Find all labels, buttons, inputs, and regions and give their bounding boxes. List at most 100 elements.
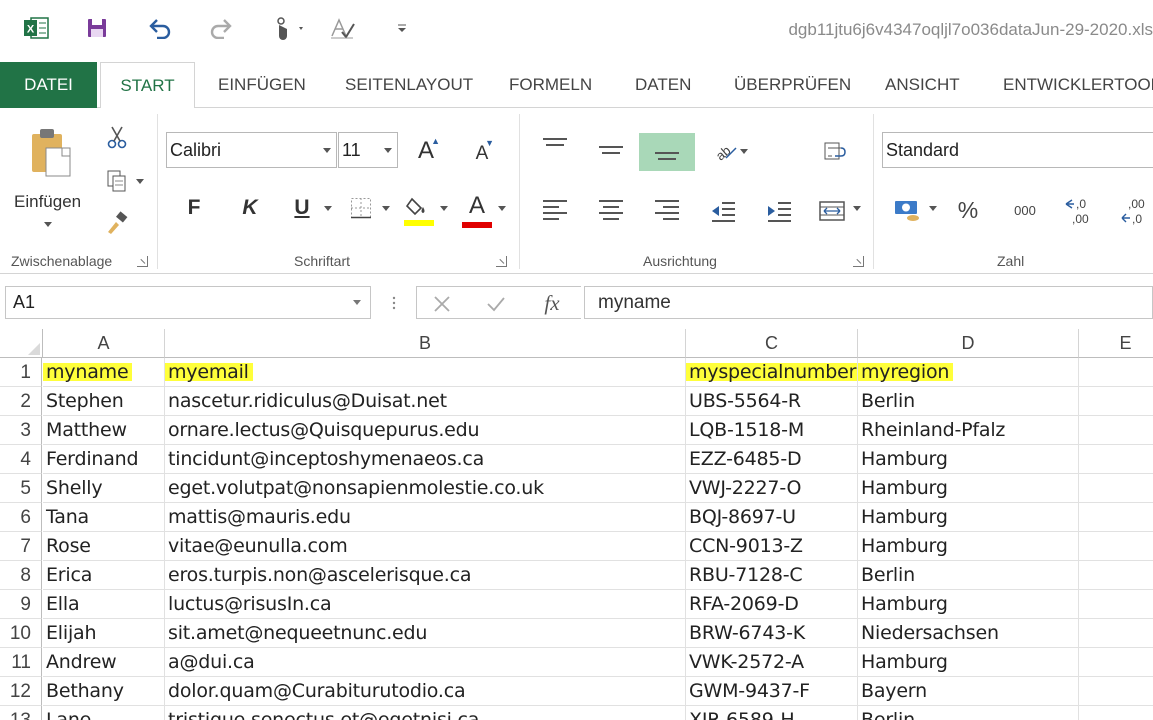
align-middle-icon[interactable]: [599, 146, 623, 158]
cell-special-number[interactable]: XIR-6589-H: [686, 706, 858, 720]
row-header[interactable]: 6: [0, 503, 42, 532]
cell-name[interactable]: Lane: [43, 706, 165, 720]
row-header[interactable]: 12: [0, 677, 42, 706]
tab-page-layout[interactable]: SEITENLAYOUT: [345, 62, 473, 108]
insert-function-button[interactable]: fx: [537, 290, 567, 316]
cell-empty[interactable]: [1079, 416, 1153, 445]
column-header-e[interactable]: E: [1079, 329, 1153, 358]
cell-email[interactable]: myemail: [165, 358, 686, 387]
column-header-c[interactable]: C: [686, 329, 858, 358]
cell-name[interactable]: Andrew: [43, 648, 165, 677]
currency-dropdown-icon[interactable]: [929, 206, 937, 211]
format-painter-icon[interactable]: [104, 210, 130, 236]
cell-name[interactable]: Rose: [43, 532, 165, 561]
cell-region[interactable]: Niedersachsen: [858, 619, 1079, 648]
cell-region[interactable]: Hamburg: [858, 590, 1079, 619]
increase-indent-icon[interactable]: [764, 196, 794, 226]
cell-email[interactable]: tincidunt@inceptoshymenaeos.ca: [165, 445, 686, 474]
cell-email[interactable]: eget.volutpat@nonsapienmolestie.co.uk: [165, 474, 686, 503]
cell-region[interactable]: Hamburg: [858, 474, 1079, 503]
cancel-icon[interactable]: [431, 293, 453, 315]
tab-developer[interactable]: ENTWICKLERTOOLS: [1003, 62, 1153, 108]
cell-special-number[interactable]: UBS-5564-R: [686, 387, 858, 416]
cell-name[interactable]: myname: [43, 358, 165, 387]
cell-empty[interactable]: [1079, 445, 1153, 474]
align-top-icon[interactable]: [543, 138, 567, 150]
decrease-indent-icon[interactable]: [708, 196, 738, 226]
cell-region[interactable]: Rheinland-Pfalz: [858, 416, 1079, 445]
cell-empty[interactable]: [1079, 648, 1153, 677]
clipboard-launcher-icon[interactable]: [137, 256, 148, 267]
cell-region[interactable]: myregion: [858, 358, 1079, 387]
row-header[interactable]: 11: [0, 648, 42, 677]
row-header[interactable]: 9: [0, 590, 42, 619]
column-header-b[interactable]: B: [165, 329, 686, 358]
cell-name[interactable]: Matthew: [43, 416, 165, 445]
cell-email[interactable]: mattis@mauris.edu: [165, 503, 686, 532]
tab-formulas[interactable]: FORMELN: [509, 62, 592, 108]
cell-special-number[interactable]: RFA-2069-D: [686, 590, 858, 619]
cell-region[interactable]: Hamburg: [858, 532, 1079, 561]
copy-icon[interactable]: [104, 168, 130, 194]
cell-name[interactable]: Ferdinand: [43, 445, 165, 474]
formula-input[interactable]: myname: [584, 286, 1153, 319]
row-header[interactable]: 10: [0, 619, 42, 648]
cell-email[interactable]: sit.amet@nequeetnunc.edu: [165, 619, 686, 648]
wrap-text-icon[interactable]: [820, 136, 850, 166]
increase-decimal-icon[interactable]: ,0,00: [1064, 194, 1098, 230]
column-header-d[interactable]: D: [858, 329, 1079, 358]
font-color-dropdown-icon[interactable]: [498, 206, 506, 211]
cell-region[interactable]: Berlin: [858, 387, 1079, 416]
paste-icon[interactable]: [22, 124, 78, 182]
select-all-button[interactable]: [0, 329, 43, 358]
cell-empty[interactable]: [1079, 532, 1153, 561]
cell-email[interactable]: vitae@eunulla.com: [165, 532, 686, 561]
cell-empty[interactable]: [1079, 561, 1153, 590]
cell-name[interactable]: Erica: [43, 561, 165, 590]
fill-color-button[interactable]: [402, 192, 436, 228]
cell-email[interactable]: nascetur.ridiculus@Duisat.net: [165, 387, 686, 416]
grow-font-button[interactable]: A ▲: [410, 134, 442, 168]
row-header[interactable]: 13: [0, 706, 42, 720]
cell-empty[interactable]: [1079, 358, 1153, 387]
cell-email[interactable]: eros.turpis.non@ascelerisque.ca: [165, 561, 686, 590]
tab-view[interactable]: ANSICHT: [885, 62, 960, 108]
cell-name[interactable]: Shelly: [43, 474, 165, 503]
font-family-select[interactable]: Calibri: [166, 132, 337, 168]
comma-style-button[interactable]: 000: [1008, 194, 1042, 226]
cell-email[interactable]: ornare.lectus@Quisquepurus.edu: [165, 416, 686, 445]
orientation-dropdown-icon[interactable]: [740, 149, 748, 154]
merge-center-icon[interactable]: [816, 196, 848, 226]
font-launcher-icon[interactable]: [496, 256, 507, 267]
tab-file[interactable]: DATEI: [0, 62, 97, 108]
borders-dropdown-icon[interactable]: [382, 206, 390, 211]
cell-special-number[interactable]: myspecialnumber: [686, 358, 858, 387]
tab-home[interactable]: START: [100, 62, 195, 109]
cell-empty[interactable]: [1079, 387, 1153, 416]
bold-button[interactable]: F: [180, 192, 208, 224]
cell-region[interactable]: Berlin: [858, 706, 1079, 720]
align-bottom-button[interactable]: [639, 133, 695, 171]
cut-icon[interactable]: [104, 124, 130, 150]
redo-icon[interactable]: [207, 14, 235, 42]
cell-empty[interactable]: [1079, 503, 1153, 532]
cell-empty[interactable]: [1079, 590, 1153, 619]
percent-style-button[interactable]: %: [952, 194, 984, 226]
underline-button[interactable]: U: [288, 192, 316, 224]
formula-bar-grip-icon[interactable]: [392, 294, 396, 312]
cell-email[interactable]: a@dui.ca: [165, 648, 686, 677]
copy-dropdown-icon[interactable]: [136, 179, 144, 184]
paste-dropdown-icon[interactable]: [44, 222, 52, 227]
shrink-font-button[interactable]: A ▼: [466, 134, 498, 168]
orientation-icon[interactable]: ab: [710, 136, 740, 166]
row-header[interactable]: 7: [0, 532, 42, 561]
tab-data[interactable]: DATEN: [635, 62, 691, 108]
decrease-decimal-icon[interactable]: ,00,0: [1120, 194, 1153, 230]
row-header[interactable]: 5: [0, 474, 42, 503]
fill-color-dropdown-icon[interactable]: [440, 206, 448, 211]
cell-name[interactable]: Stephen: [43, 387, 165, 416]
cell-name[interactable]: Bethany: [43, 677, 165, 706]
cell-email[interactable]: tristique.senectus.et@egetnisi.ca: [165, 706, 686, 720]
cell-region[interactable]: Hamburg: [858, 503, 1079, 532]
enter-icon[interactable]: [485, 293, 507, 315]
